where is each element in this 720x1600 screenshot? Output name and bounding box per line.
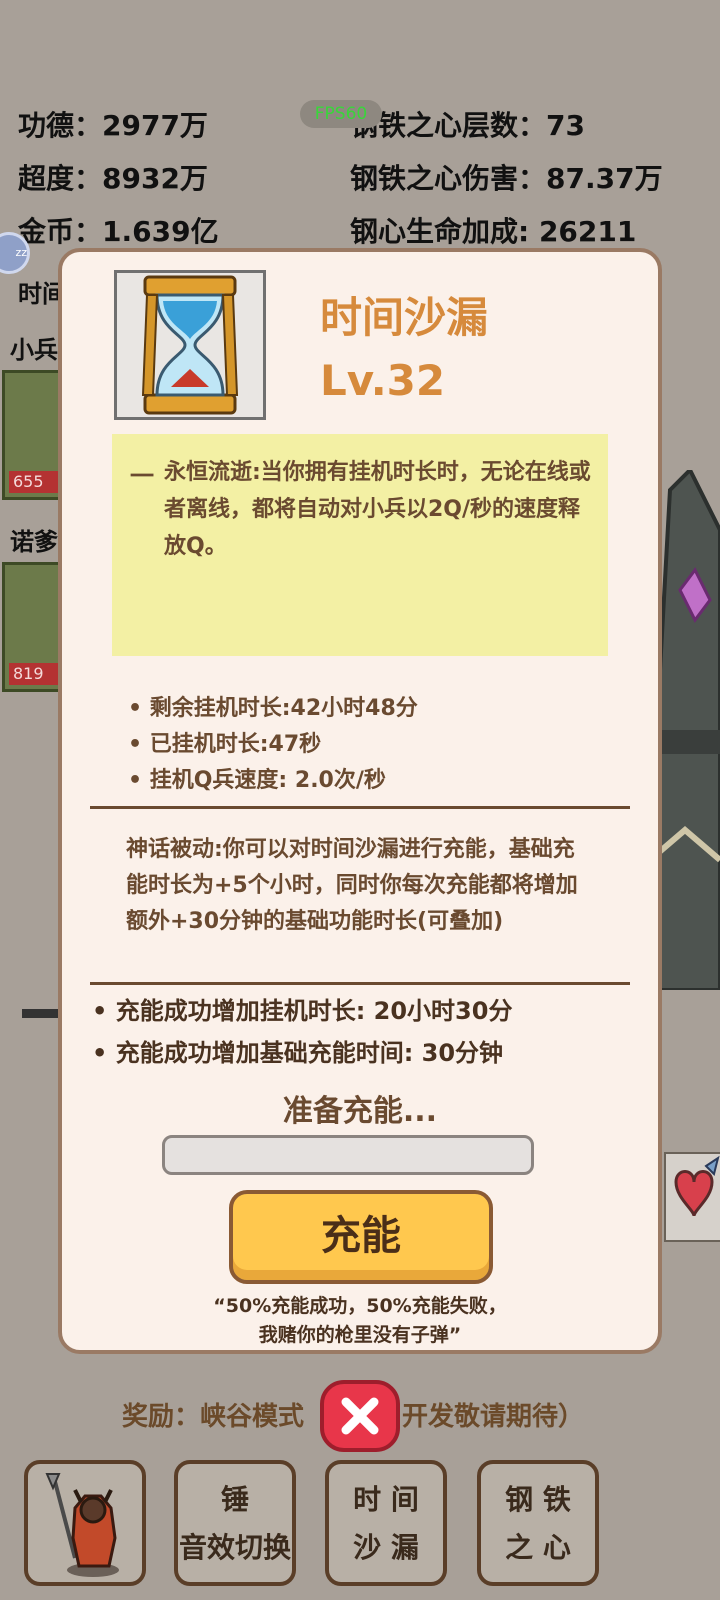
hourglass-tab-line1: 时 间 (353, 1483, 419, 1516)
reward-text-left: 奖励：峡谷模式 (122, 1402, 305, 1432)
iron-heart-layers-stat: 钢铁之心层数：73 (350, 109, 585, 142)
heart-icon (674, 1155, 720, 1217)
hammer-tab-line1: 锤 (220, 1483, 249, 1516)
charge-button[interactable]: 充能 (229, 1190, 493, 1284)
hammer-tab-line2: 音效切换 (178, 1531, 291, 1564)
close-x-icon (341, 1397, 379, 1435)
myth-passive-text: 神话被动:你可以对时间沙漏进行充能，基础充能时长为+5个小时，同时你每次充能都将… (126, 837, 578, 934)
charge-ready-text: 准备充能... (282, 1094, 438, 1129)
remaining-idle-time: 剩余挂机时长:42小时48分 (128, 691, 418, 727)
close-dialog-button[interactable] (320, 1380, 400, 1452)
idle-stats-list: 剩余挂机时长:42小时48分 已挂机时长:47秒 挂机Q兵速度: 2.0次/秒 (128, 691, 418, 799)
elapsed-idle-time: 已挂机时长:47秒 (128, 727, 418, 763)
idle-q-speed: 挂机Q兵速度: 2.0次/秒 (128, 763, 418, 799)
hammer-sound-toggle-button[interactable]: 锤 音效切换 (174, 1460, 296, 1586)
demon-warrior-icon (45, 1473, 119, 1577)
charge-progress-bar (162, 1135, 534, 1175)
merit-stat: 功德：2977万 (18, 109, 208, 142)
gold-stat: 金币：1.639亿 (18, 215, 219, 248)
hourglass-icon (141, 275, 239, 415)
charge-quote-line1: “50%充能成功，50%充能失败， (213, 1295, 507, 1317)
item-level: Lv.32 (320, 356, 446, 405)
hero-tab-button[interactable] (24, 1460, 146, 1586)
minion-portrait-value: 655 (9, 471, 65, 493)
divider-1 (90, 806, 630, 809)
charge-bonus-idle-time: 充能成功增加挂机时长: 20小时30分 (92, 990, 513, 1032)
iron-heart-card[interactable] (664, 1152, 720, 1242)
hourglass-tab-line2: 沙 漏 (353, 1531, 419, 1564)
iron-heart-tab-line1: 钢 铁 (505, 1483, 571, 1516)
fps-counter: FPS60 (300, 100, 382, 128)
bg-label-nuo: 诺爹 (10, 528, 58, 556)
iron-heart-tab-button[interactable]: 钢 铁 之 心 (477, 1460, 599, 1586)
iron-heart-tab-line2: 之 心 (505, 1531, 571, 1564)
bg-label-minion: 小兵 (10, 336, 58, 364)
charge-quote: “50%充能成功，50%充能失败， 我赌你的枪里没有子弹” (0, 1292, 720, 1350)
iron-heart-hp-bonus-stat: 钢心生命加成: 26211 (350, 215, 637, 248)
nuo-portrait-value: 819 (9, 663, 65, 685)
reward-text-right: 开发敬请期待） (402, 1402, 585, 1432)
divider-2 (90, 982, 630, 985)
bg-hp-bar (22, 1009, 58, 1018)
charge-quote-line2: 我赌你的枪里没有子弹” (258, 1324, 462, 1346)
transcend-stat: 超度：8932万 (18, 162, 208, 195)
skill-description: 永恒流逝:当你拥有挂机时长时，无论在线或者离线，都将自动对小兵以2Q/秒的速度释… (164, 460, 591, 559)
skill-dash: 一 (130, 462, 154, 490)
iron-heart-damage-stat: 钢铁之心伤害：87.37万 (350, 162, 663, 195)
item-icon-frame (114, 270, 266, 420)
hourglass-tab-button[interactable]: 时 间 沙 漏 (325, 1460, 447, 1586)
item-name: 时间沙漏 (320, 293, 489, 342)
charge-bonus-list: 充能成功增加挂机时长: 20小时30分 充能成功增加基础充能时间: 30分钟 (92, 990, 513, 1074)
charge-bonus-base-time: 充能成功增加基础充能时间: 30分钟 (92, 1032, 512, 1074)
